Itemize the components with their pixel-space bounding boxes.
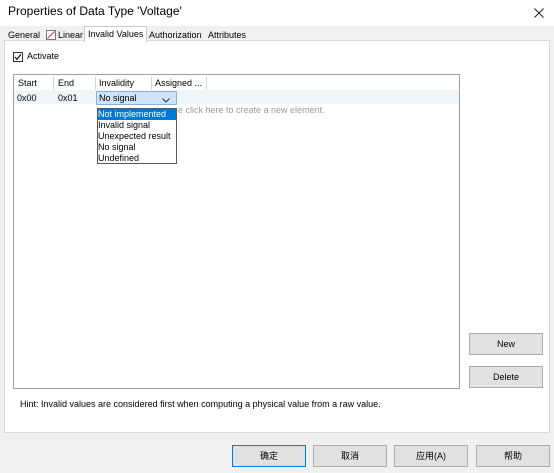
checkmark-icon: [14, 53, 22, 61]
apply-button[interactable]: 应用(A): [394, 445, 468, 467]
column-separator[interactable]: [95, 76, 96, 90]
cancel-button-label: 取消: [340, 451, 359, 461]
tab-invalid-values[interactable]: Invalid Values: [84, 26, 148, 42]
chevron-down-icon[interactable]: [162, 95, 170, 105]
tab-linear[interactable]: Linear: [42, 27, 87, 41]
dropdown-option[interactable]: No signal: [98, 142, 176, 153]
invalid-values-grid[interactable]: [13, 74, 460, 389]
hint-text: Hint: Invalid values are considered firs…: [20, 399, 381, 409]
column-separator[interactable]: [206, 76, 207, 90]
new-button[interactable]: New: [469, 333, 543, 355]
tab-label: Authorization: [149, 30, 202, 40]
ok-button[interactable]: 确定: [232, 445, 306, 467]
dropdown-option[interactable]: Invalid signal: [98, 120, 176, 131]
table-row[interactable]: [14, 90, 459, 104]
tab-label: Invalid Values: [88, 29, 144, 39]
apply-button-label: 应用(A): [416, 451, 446, 461]
column-separator[interactable]: [151, 76, 152, 90]
tab-label: General: [8, 30, 41, 40]
dropdown-option[interactable]: Unexpected result: [98, 131, 176, 142]
window-title: Properties of Data Type 'Voltage': [8, 4, 182, 18]
delete-button[interactable]: Delete: [469, 366, 543, 388]
tab-attributes[interactable]: Attributes: [204, 27, 250, 41]
cell-start[interactable]: 0x00: [17, 91, 37, 105]
invalidity-combobox-value: No signal: [99, 93, 137, 103]
column-separator[interactable]: [53, 76, 54, 90]
help-button[interactable]: 帮助: [476, 445, 550, 467]
close-icon: [534, 8, 544, 18]
tab-label: Linear: [58, 30, 84, 40]
column-header-end[interactable]: End: [58, 76, 74, 90]
tab-label: Attributes: [208, 30, 247, 40]
linear-icon: [46, 30, 56, 44]
close-button[interactable]: [524, 0, 554, 26]
tab-authorization[interactable]: Authorization: [145, 27, 206, 41]
activate-label-text: Activate: [27, 51, 60, 61]
column-header-start[interactable]: Start: [18, 76, 37, 90]
new-button-label: New: [496, 339, 515, 349]
cell-end[interactable]: 0x01: [58, 91, 78, 105]
activate-label[interactable]: Activate: [27, 51, 59, 61]
ok-button-label: 确定: [259, 451, 278, 461]
column-header-invalidity[interactable]: Invalidity: [99, 76, 134, 90]
help-button-label: 帮助: [503, 451, 522, 461]
cancel-button[interactable]: 取消: [313, 445, 387, 467]
new-element-placeholder[interactable]: e click here to create a new element.: [178, 103, 325, 117]
delete-button-label: Delete: [492, 372, 519, 382]
dropdown-option[interactable]: Not implemented: [98, 109, 176, 120]
activate-checkbox[interactable]: [13, 52, 23, 62]
dropdown-option[interactable]: Undefined: [98, 153, 176, 164]
tab-general[interactable]: General: [4, 27, 44, 41]
column-header-assigned[interactable]: Assigned ...: [155, 76, 202, 90]
